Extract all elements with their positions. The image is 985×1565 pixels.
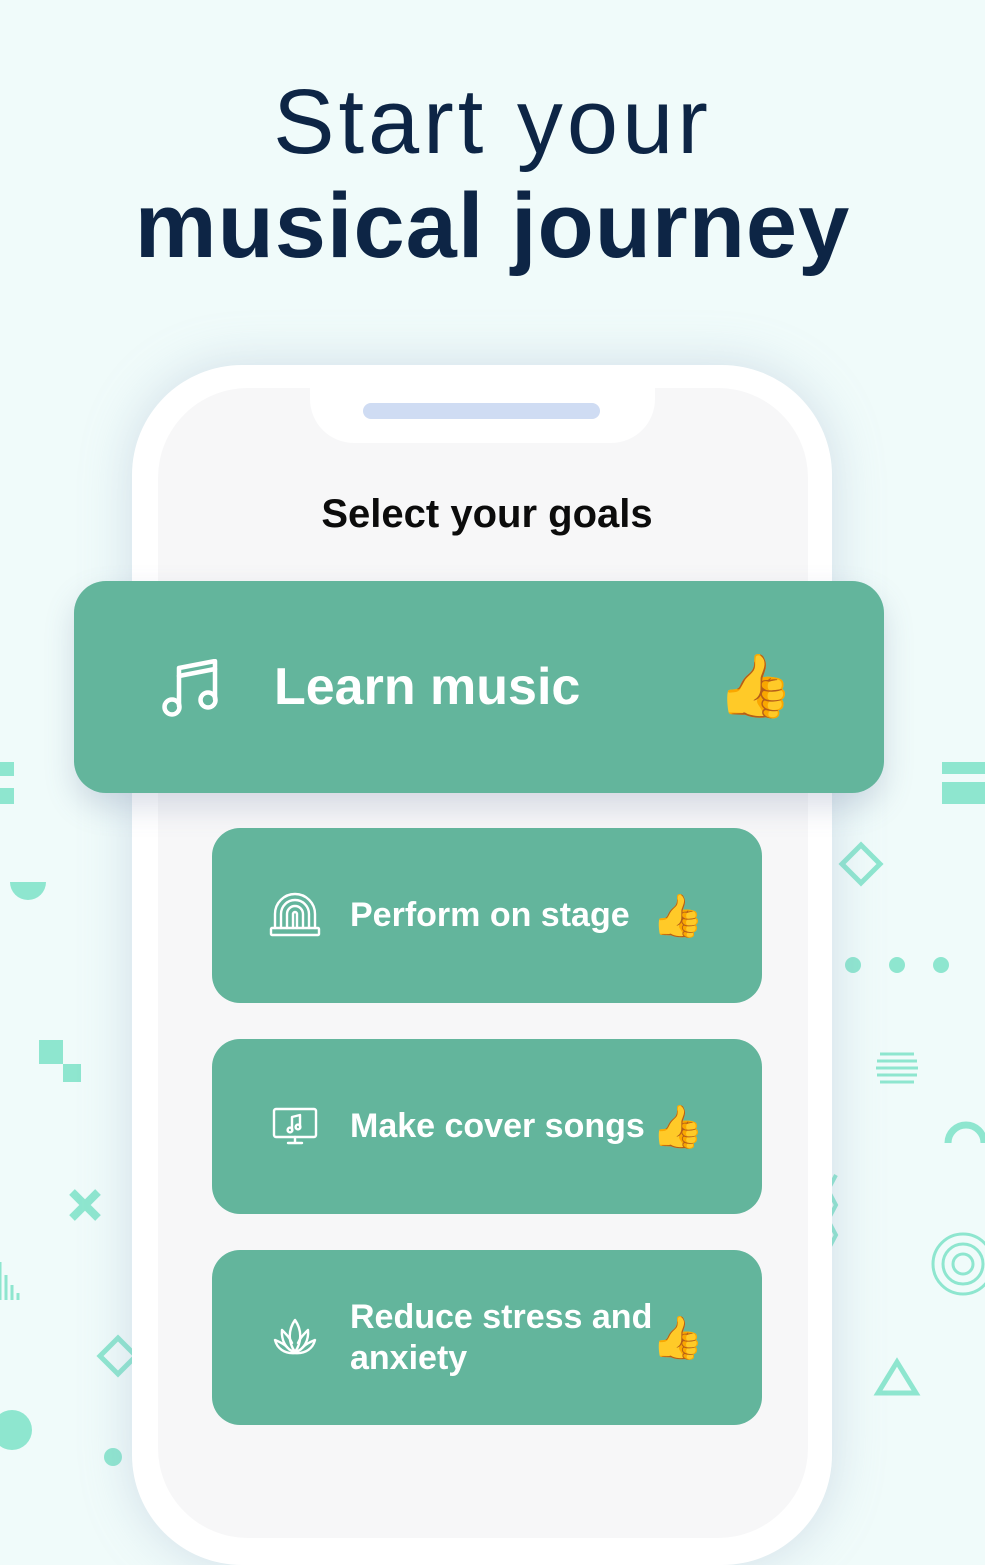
music-note-icon [162,659,220,717]
goal-label: Perform on stage [350,896,630,935]
goal-option-make-cover-songs[interactable]: Make cover songs 👍 [212,1039,762,1214]
screen-title: Select your goals [321,492,653,536]
goal-option-perform-on-stage[interactable]: Perform on stage 👍 [212,828,762,1003]
decor-square-icon [39,1040,63,1064]
thumbs-up-icon: 👍 [716,652,794,721]
decor-triangle-icon [873,1357,921,1396]
goal-label: Learn music [274,657,581,716]
decor-semicircle-icon [10,882,46,900]
thumbs-up-icon: 👍 [651,1102,704,1150]
decor-square-icon [0,788,14,804]
goal-option-reduce-stress[interactable]: Reduce stress and anxiety 👍 [212,1250,762,1425]
stage-icon [269,892,321,938]
goal-label: Make cover songs [350,1107,645,1146]
decor-dot-icon [889,957,905,973]
goal-option-learn-music[interactable]: Learn music 👍 [74,581,884,793]
decor-dot-icon [104,1448,122,1466]
phone-speaker [363,403,600,419]
thumbs-up-icon: 👍 [651,891,704,939]
thumbs-up-icon: 👍 [651,1313,704,1361]
decor-bar-icon [942,782,985,804]
decor-bar-icon [942,762,985,774]
decor-dot-icon [933,957,949,973]
decor-circle-icon [0,1410,32,1450]
screen-music-icon [272,1107,318,1147]
decor-ring-icon [951,1252,975,1276]
decor-arc-icon [944,1121,985,1144]
decor-square-icon [0,762,14,776]
lotus-icon [272,1316,318,1360]
decor-diamond-icon [838,841,884,887]
decor-square-icon [63,1064,81,1082]
decor-dot-icon [845,957,861,973]
goal-label: Reduce stress and anxiety [350,1297,653,1377]
decor-cross-icon [69,1189,101,1221]
decor-diamond-icon [96,1334,140,1378]
